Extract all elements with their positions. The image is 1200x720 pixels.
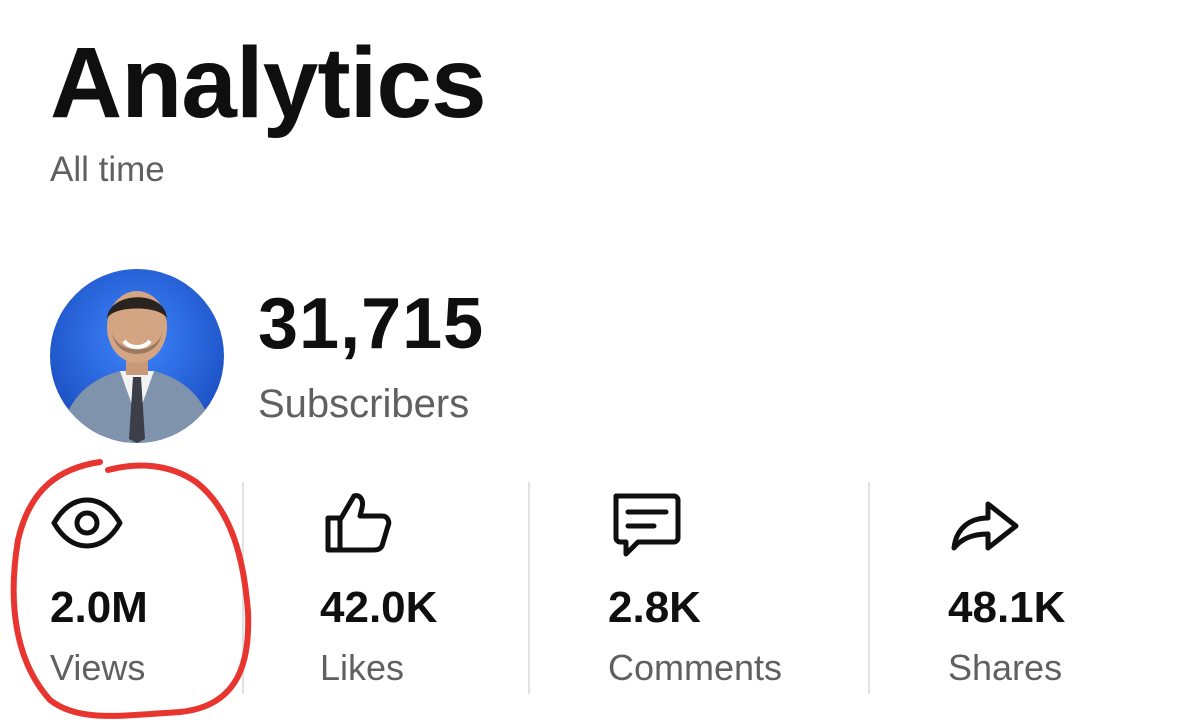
stat-divider: [242, 482, 244, 694]
avatar[interactable]: [50, 269, 224, 443]
comment-icon: [608, 486, 682, 560]
views-value: 2.0M: [50, 583, 148, 632]
likes-label: Likes: [320, 647, 405, 688]
thumbs-up-icon: [320, 486, 394, 560]
subscriber-label: Subscribers: [258, 381, 470, 426]
likes-value: 42.0K: [320, 583, 438, 632]
eye-icon: [50, 486, 124, 560]
page-title: Analytics: [50, 27, 487, 139]
analytics-page: Analytics All time 31,715 Subscribers 2.…: [0, 0, 1200, 720]
shares-value: 48.1K: [948, 583, 1066, 632]
share-icon: [948, 486, 1022, 560]
shares-label: Shares: [948, 647, 1063, 688]
subscriber-info: 31,715 Subscribers: [258, 286, 484, 427]
stats-row: 2.0M Views 42.0K Likes 2.8K Comments 48.…: [0, 482, 1200, 694]
comments-value: 2.8K: [608, 583, 701, 632]
time-period-label: All time: [50, 150, 165, 189]
stat-divider: [528, 482, 530, 694]
views-label: Views: [50, 647, 146, 688]
comments-label: Comments: [608, 647, 783, 688]
subscriber-count: 31,715: [258, 283, 485, 364]
stat-divider: [868, 482, 870, 694]
channel-summary: 31,715 Subscribers: [50, 268, 484, 444]
